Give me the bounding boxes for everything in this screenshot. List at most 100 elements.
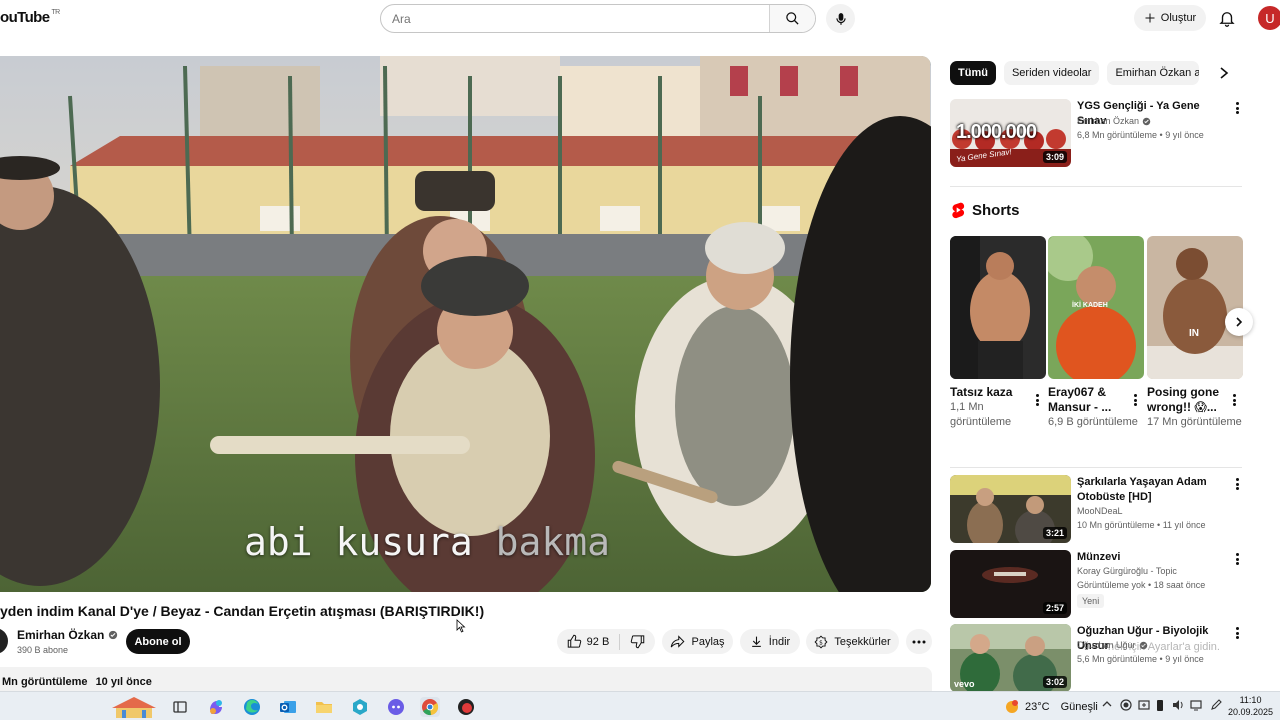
video-menu-button[interactable]	[1232, 626, 1242, 640]
chip-series[interactable]: Seriden videolar	[1003, 61, 1100, 85]
system-clock[interactable]: 11:10 20.09.2025	[1228, 694, 1273, 718]
video-title: yden indim Kanal D'ye / Beyaz - Candan E…	[0, 603, 485, 619]
youtube-logo[interactable]: ouTube TR	[0, 9, 60, 26]
chevron-right-icon[interactable]	[1218, 66, 1230, 80]
video-meta: 10 Mn görüntüleme • 11 yıl önce	[1077, 520, 1206, 530]
video-channel[interactable]: MooNDeaL	[1077, 506, 1123, 516]
app-red-icon[interactable]	[456, 697, 476, 717]
recommended-video[interactable]: 2:57 Münzevi Koray Gürgüroğlu - Topic Gö…	[950, 550, 1250, 620]
voice-search-button[interactable]	[826, 4, 855, 33]
create-button[interactable]: Oluştur	[1134, 5, 1206, 31]
recommended-video[interactable]: vevo 3:02 Oğuzhan Uğur - Biyolojik Unsur…	[950, 624, 1250, 694]
video-thumbnail[interactable]: 1.000.000 Ya Gene Sınav! 3:09	[950, 99, 1071, 167]
recommended-video[interactable]: 1.000.000 Ya Gene Sınav! 3:09 YGS Gençli…	[950, 99, 1250, 169]
plus-icon	[1145, 13, 1155, 23]
capture-icon[interactable]	[1138, 699, 1150, 711]
weather-widget[interactable]: 23°C Güneşli	[1004, 699, 1098, 715]
short-menu-button[interactable]	[1229, 393, 1239, 407]
channel-avatar[interactable]	[0, 628, 8, 654]
network-icon[interactable]	[1190, 699, 1202, 711]
youtube-watch-page: ouTubeTR Oluştur U	[0, 0, 1280, 720]
video-thumbnail[interactable]: 2:57	[950, 550, 1071, 618]
speaker-icon[interactable]	[1172, 699, 1184, 711]
subscribe-button[interactable]: Abone ol	[126, 629, 190, 654]
search-icon	[786, 12, 799, 25]
record-icon[interactable]	[1120, 699, 1132, 711]
pen-icon[interactable]	[1210, 699, 1222, 711]
like-separator	[619, 633, 621, 650]
chevron-up-icon[interactable]	[1102, 699, 1112, 709]
thanks-button[interactable]: $ Teşekkürler	[806, 629, 899, 654]
video-player[interactable]: abi kusura bakma	[0, 56, 931, 592]
section-divider	[950, 467, 1242, 468]
search-button[interactable]	[769, 5, 815, 32]
logo-text: ouTube	[0, 9, 50, 26]
top-bar: ouTubeTR Oluştur U	[0, 0, 1280, 36]
video-duration: 3:02	[1042, 676, 1067, 688]
short-thumbnail[interactable]: İKİ KADEH	[1048, 236, 1144, 379]
channel-label: MooNDeaL	[1077, 506, 1123, 516]
video-menu-button[interactable]	[1232, 477, 1242, 491]
short-menu-button[interactable]	[1032, 393, 1042, 407]
task-view-icon[interactable]	[170, 697, 190, 717]
video-thumbnail[interactable]: 3:21	[950, 475, 1071, 543]
short-item[interactable]: Tatsız kaza 1,1 Mn görüntüleme	[950, 236, 1046, 430]
search-box	[380, 4, 816, 33]
file-explorer-icon[interactable]	[314, 697, 334, 717]
video-channel[interactable]: Emirhan Özkan	[1077, 116, 1151, 126]
video-title: Münzevi	[1077, 551, 1121, 563]
share-button[interactable]: Paylaş	[662, 629, 733, 654]
thumbnail-text: 1.000.000	[956, 121, 1037, 143]
video-duration: 3:21	[1042, 527, 1067, 539]
like-button[interactable]: 92 B	[567, 634, 609, 649]
download-button[interactable]: İndir	[740, 629, 800, 654]
vevo-logo: vevo	[954, 679, 975, 689]
share-icon	[671, 635, 685, 648]
short-item[interactable]: IN Posing gone wrong!! 😱... 17 Mn görünt…	[1147, 236, 1243, 430]
chip-channel[interactable]: Emirhan Özkan adlı y	[1107, 61, 1200, 85]
video-menu-button[interactable]	[1232, 101, 1242, 115]
like-dislike-group: 92 B	[557, 629, 655, 654]
subtitle-main: abi kusura	[244, 520, 496, 564]
discord-icon[interactable]	[386, 697, 406, 717]
more-actions-button[interactable]	[906, 629, 932, 654]
chrome-icon[interactable]	[420, 697, 440, 717]
section-divider	[950, 186, 1242, 187]
widgets-icon[interactable]	[108, 694, 160, 719]
channel-name[interactable]: Emirhan Özkan	[17, 628, 118, 642]
video-menu-button[interactable]	[1232, 552, 1242, 566]
video-thumbnail[interactable]: vevo 3:02	[950, 624, 1071, 692]
short-thumbnail[interactable]	[950, 236, 1046, 379]
new-badge: Yeni	[1077, 594, 1105, 608]
bell-icon	[1219, 12, 1235, 27]
temperature: 23°C	[1025, 701, 1050, 713]
weather-text: Güneşli	[1060, 701, 1098, 713]
edge-icon[interactable]	[242, 697, 262, 717]
chevron-right-icon	[1236, 317, 1243, 327]
notifications-button[interactable]	[1218, 8, 1236, 33]
short-item[interactable]: İKİ KADEH Eray067 & Mansur - ... 6,9 B g…	[1048, 236, 1144, 430]
copilot-icon[interactable]	[206, 697, 226, 717]
app-icon[interactable]	[350, 697, 370, 717]
windows-activation-watermark: nek için Ayarlar'a gidin.	[1108, 641, 1220, 653]
video-channel[interactable]: Koray Gürgüroğlu - Topic	[1077, 566, 1177, 576]
short-title: Posing gone wrong!! 😱...	[1147, 385, 1219, 414]
video-meta: Görüntüleme yok • 18 saat önce	[1077, 580, 1206, 590]
channel-label: Emirhan Özkan	[1077, 116, 1140, 126]
short-thumbnail[interactable]: IN	[1147, 236, 1243, 379]
account-avatar[interactable]: U	[1258, 6, 1280, 30]
microphone-icon	[835, 12, 846, 25]
thumbs-down-icon[interactable]	[630, 634, 645, 649]
windows-taskbar: 23°C Güneşli 11:10 20.09.2025	[0, 691, 1280, 720]
short-thumb-text: İKİ KADEH	[1072, 302, 1108, 309]
recommended-video[interactable]: 3:21 Şarkılarla Yaşayan Adam Otobüste [H…	[950, 475, 1250, 545]
filter-chips: Tümü Seriden videolar Emirhan Özkan adlı…	[950, 61, 1200, 85]
chip-all[interactable]: Tümü	[950, 61, 996, 85]
subscriber-count: 390 B abone	[17, 645, 69, 655]
outlook-icon[interactable]	[278, 697, 298, 717]
shorts-next-button[interactable]	[1225, 308, 1253, 336]
search-input[interactable]	[381, 5, 771, 32]
battery-icon[interactable]	[1156, 699, 1164, 712]
short-art	[1147, 236, 1243, 379]
short-menu-button[interactable]	[1130, 393, 1140, 407]
